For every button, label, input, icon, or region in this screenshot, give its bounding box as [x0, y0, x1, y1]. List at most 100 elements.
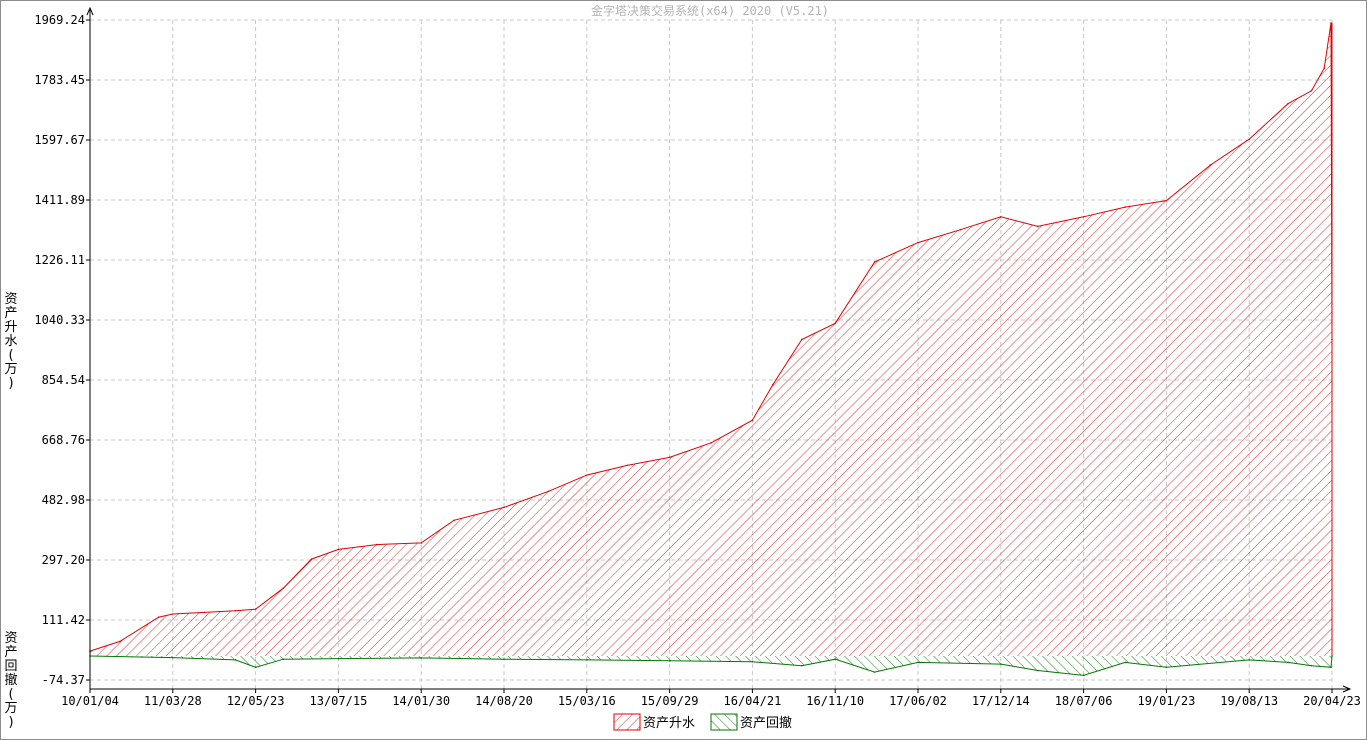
x-tick-label: 17/12/14: [972, 694, 1030, 708]
point-drawdown: [1310, 664, 1313, 667]
point-equity: [310, 558, 313, 560]
point-drawdown: [586, 659, 588, 661]
y-tick-label: 1783.45: [34, 73, 85, 87]
x-tick-label: 14/08/20: [475, 694, 533, 708]
y-tick-label: 1411.89: [34, 193, 85, 207]
point-equity: [710, 442, 713, 444]
point-drawdown: [1248, 659, 1250, 661]
point-equity: [453, 519, 455, 522]
point-drawdown: [1330, 666, 1332, 669]
y-tick-labels: 1969.24 1783.45 1597.67 1411.89 1226.11 1040.…: [34, 13, 90, 687]
y-axis-label-drawdown: 资产回撤(万): [4, 631, 17, 730]
legend-swatch-drawdown: [710, 713, 738, 731]
x-tick-label: 10/01/04: [61, 694, 119, 708]
equity-chart: 金字塔决策交易系统(x64) 2020 (V5.21) 1969.24 1783.…: [4, 3, 1361, 731]
point-equity: [254, 608, 257, 610]
point-equity: [959, 228, 962, 231]
point-equity: [172, 613, 174, 615]
y-tick-label: 1969.24: [34, 13, 85, 27]
point-drawdown: [503, 658, 505, 661]
y-axis-label-equity: 资产升水(万): [4, 292, 17, 391]
legend-label-drawdown: 资产回撤: [740, 715, 792, 731]
y-tick-label: -74.37: [42, 673, 85, 687]
point-equity: [834, 322, 836, 325]
y-tick-label: 1040.33: [34, 313, 85, 327]
point-drawdown: [1124, 661, 1127, 664]
point-equity: [800, 338, 803, 341]
point-drawdown: [1165, 666, 1168, 669]
point-drawdown: [1036, 669, 1039, 672]
y-tick-label: 1597.67: [34, 133, 85, 147]
point-equity: [771, 383, 774, 386]
x-tick-label: 18/07/06: [1055, 694, 1113, 708]
point-equity: [234, 609, 237, 612]
point-drawdown: [1082, 674, 1085, 677]
x-tick-label: 14/01/30: [392, 694, 450, 708]
point-equity: [917, 241, 919, 244]
point-equity: [375, 543, 378, 546]
point-equity: [1287, 102, 1289, 105]
y-tick-label: 111.42: [42, 613, 85, 627]
point-equity: [119, 640, 121, 643]
point-drawdown: [834, 658, 836, 661]
point-drawdown: [420, 657, 423, 659]
point-drawdown: [282, 658, 285, 661]
point-equity: [420, 542, 423, 544]
series-areas: [90, 23, 1332, 676]
y-tick-label: 297.20: [42, 553, 85, 567]
point-drawdown: [1287, 661, 1289, 664]
y-tick-label: 668.76: [42, 433, 85, 447]
area-drawdown: [90, 656, 1332, 676]
point-drawdown: [234, 659, 237, 661]
point-equity: [282, 587, 285, 589]
point-drawdown: [751, 660, 754, 663]
x-tick-label: 16/04/21: [724, 694, 782, 708]
point-equity: [626, 464, 628, 467]
legend-swatch-equity: [613, 713, 641, 731]
point-equity: [1124, 206, 1127, 208]
x-tick-label: 17/06/02: [889, 694, 947, 708]
point-equity: [337, 548, 340, 551]
point-equity: [547, 490, 550, 493]
x-tick-label: 15/09/29: [641, 694, 699, 708]
point-equity: [503, 506, 505, 509]
point-equity: [1310, 90, 1313, 92]
point-drawdown: [337, 657, 340, 660]
point-equity: [1323, 67, 1325, 69]
x-tick-label: 19/01/23: [1138, 694, 1196, 708]
point-drawdown: [873, 671, 876, 673]
x-tick-labels: 10/01/04 11/03/28 12/05/23 13/07/15 14/01/30…: [61, 689, 1361, 708]
legend-label-equity: 资产升水: [643, 716, 695, 731]
point-drawdown: [668, 660, 671, 662]
point-equity: [668, 456, 671, 459]
area-equity: [90, 23, 1332, 656]
point-equity: [586, 474, 588, 476]
x-tick-label: 11/03/28: [144, 694, 202, 708]
x-tick-label: 16/11/10: [806, 694, 864, 708]
point-drawdown: [917, 661, 919, 664]
point-equity: [1036, 225, 1039, 228]
point-equity: [1209, 164, 1212, 166]
x-tick-label: 19/08/13: [1220, 694, 1278, 708]
point-drawdown: [254, 666, 257, 669]
point-equity: [1000, 215, 1002, 218]
point-drawdown: [800, 664, 803, 667]
x-tick-label: 13/07/15: [310, 694, 368, 708]
y-tick-label: 1226.11: [34, 253, 85, 267]
x-tick-label: 12/05/23: [227, 694, 285, 708]
point-equity: [873, 261, 876, 263]
legend: 资产升水 资产回撤: [613, 713, 792, 731]
chart-title: 金字塔决策交易系统(x64) 2020 (V5.21): [591, 3, 829, 18]
y-tick-label: 482.98: [42, 493, 85, 507]
x-tick-label: 15/03/16: [558, 694, 616, 708]
y-tick-label: 854.54: [42, 373, 85, 387]
point-equity: [1082, 215, 1085, 218]
x-tick-label: 20/04/23: [1303, 694, 1361, 708]
point-equity: [1165, 199, 1168, 202]
point-drawdown: [172, 656, 174, 659]
point-equity: [203, 611, 206, 614]
point-equity: [1248, 138, 1250, 141]
point-equity: [751, 419, 754, 422]
point-drawdown: [1000, 663, 1002, 665]
point-equity: [157, 616, 160, 619]
